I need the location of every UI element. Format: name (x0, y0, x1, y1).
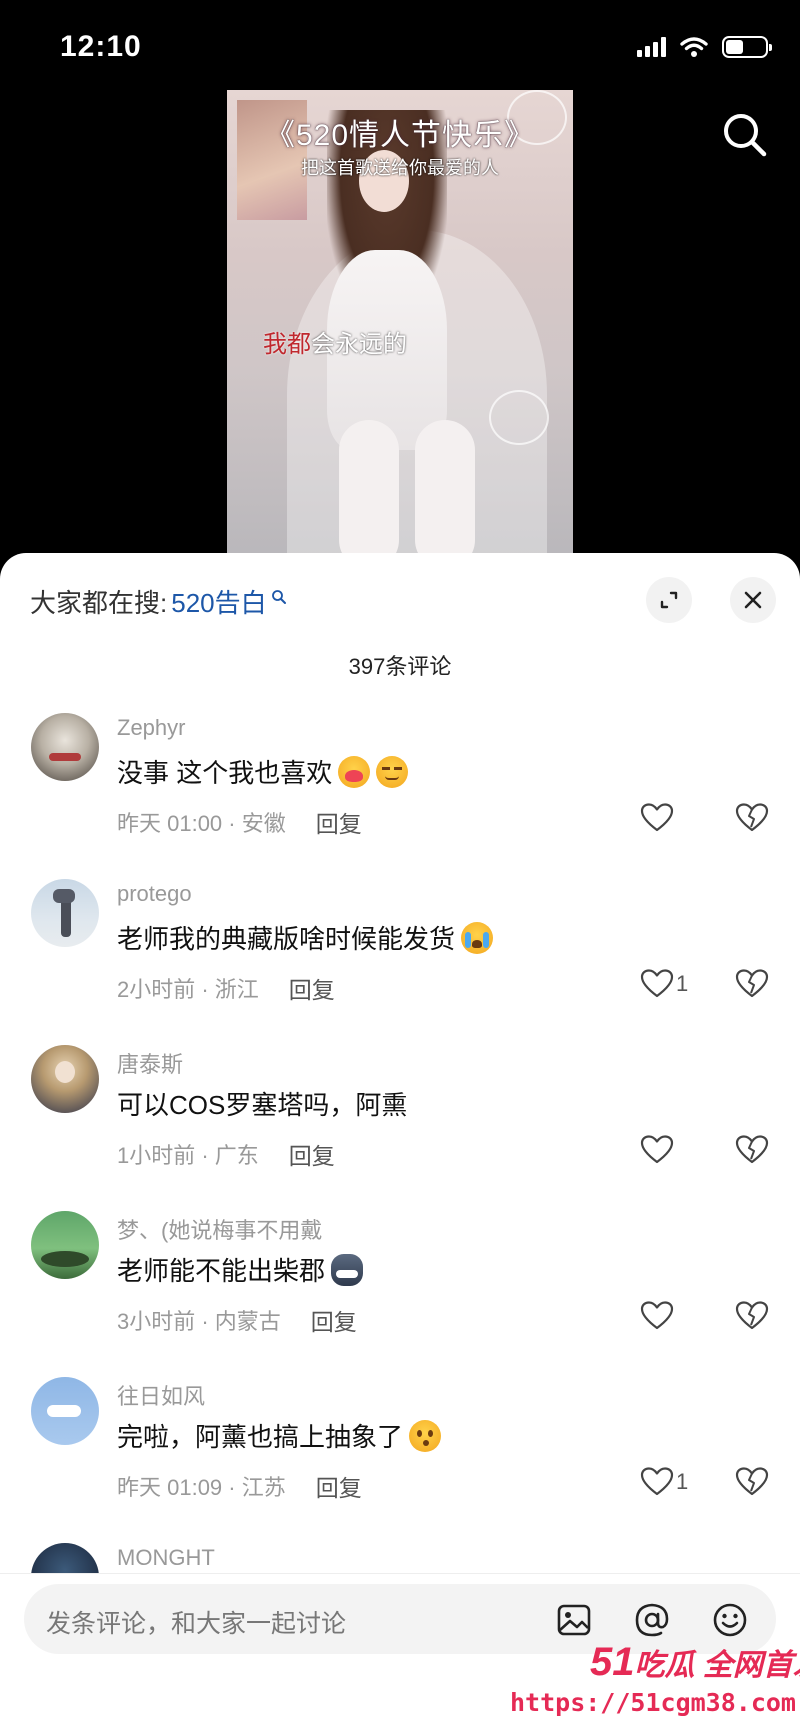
blushing-heart-emoji-icon (338, 755, 371, 788)
comment-item: 梦、(她说梅事不用戴 老师能不能出柴郡 3小时前 · 内蒙古 回复 (0, 1191, 800, 1357)
dislike-button[interactable] (735, 1301, 769, 1336)
like-count: 1 (676, 971, 689, 996)
thinking-emoji-icon (409, 1419, 442, 1452)
smiley-face-icon (713, 1603, 747, 1637)
comment-username[interactable]: 唐泰斯 (117, 1047, 183, 1079)
avatar[interactable] (31, 879, 99, 947)
comment-text: 可以COS罗塞塔吗，阿熏 (117, 1090, 408, 1120)
wifi-icon (680, 37, 708, 57)
battery-icon (722, 36, 772, 58)
like-button[interactable]: 1 (640, 1467, 688, 1497)
broken-heart-icon (735, 803, 769, 832)
hot-search-keyword[interactable]: 520告白 (171, 583, 266, 620)
dislike-button[interactable] (735, 1467, 769, 1502)
status-icons (637, 36, 772, 58)
image-icon (557, 1604, 591, 1636)
comment-username[interactable]: MONGHT (117, 1545, 215, 1571)
heart-icon (640, 1467, 674, 1496)
crying-emoji-icon (461, 921, 494, 954)
status-bar: 12:10 (0, 0, 800, 100)
comment-text: 老师我的典藏版啥时候能发货 (117, 919, 494, 956)
comment-time-location: 昨天 01:00 · 安徽 (117, 811, 286, 836)
video-caption-title: 《520情人节快乐》 (264, 119, 536, 152)
video-caption-subtitle: 把这首歌送给你最爱的人 (301, 158, 499, 178)
reply-button[interactable]: 回复 (289, 971, 335, 1005)
comment-username[interactable]: 梦、(她说梅事不用戴 (117, 1213, 322, 1245)
avatar[interactable] (31, 1211, 99, 1279)
emoji-button[interactable] (712, 1602, 748, 1638)
video-player[interactable]: 《520情人节快乐》 把这首歌送给你最爱的人 我都会永远的 (0, 90, 800, 560)
like-count: 1 (676, 1469, 689, 1494)
comment-text: 老师能不能出柴郡 (117, 1251, 364, 1288)
comment-meta: 昨天 01:09 · 江苏 回复 (117, 1469, 362, 1503)
watermark-url: https://51cgm38.com (510, 1688, 796, 1717)
mini-search-icon (271, 589, 286, 604)
close-icon (744, 591, 762, 609)
image-button[interactable] (556, 1602, 592, 1638)
reply-button[interactable]: 回复 (289, 1137, 335, 1171)
mention-button[interactable] (634, 1602, 670, 1638)
expand-icon (660, 591, 678, 609)
video-frame[interactable]: 《520情人节快乐》 把这首歌送给你最爱的人 我都会永远的 (227, 90, 573, 560)
comment-meta: 2小时前 · 浙江 回复 (117, 971, 335, 1005)
avatar[interactable] (31, 713, 99, 781)
like-button[interactable]: 1 (640, 969, 688, 999)
close-button[interactable] (730, 577, 776, 623)
comment-meta: 1小时前 · 广东 回复 (117, 1137, 335, 1171)
watermark-brand: 51吃瓜 全网首发 (590, 1640, 800, 1684)
comment-sheet-header: 大家都在搜: 520告白 397条评论 (0, 553, 800, 679)
dislike-button[interactable] (735, 803, 769, 838)
comment-time-location: 昨天 01:09 · 江苏 (117, 1475, 286, 1500)
dislike-button[interactable] (735, 1135, 769, 1170)
expand-button[interactable] (646, 577, 692, 623)
search-icon (724, 114, 767, 157)
comment-meta: 昨天 01:00 · 安徽 回复 (117, 805, 362, 839)
site-watermark: 51吃瓜 全网首发 https://51cgm38.com (500, 1640, 800, 1731)
heart-icon (640, 1301, 674, 1330)
reply-button[interactable]: 回复 (316, 1469, 362, 1503)
cheshire-cat-emoji-icon (331, 1253, 364, 1286)
comment-time-location: 3小时前 · 内蒙古 (117, 1309, 281, 1334)
comment-time-location: 1小时前 · 广东 (117, 1143, 259, 1168)
reply-button[interactable]: 回复 (311, 1303, 357, 1337)
dislike-button[interactable] (735, 969, 769, 1004)
broken-heart-icon (735, 1467, 769, 1496)
comment-item: Zephyr 没事 这个我也喜欢 昨天 01:00 · 安徽 回复 (0, 693, 800, 859)
at-mention-icon (635, 1603, 669, 1637)
heart-icon (640, 803, 674, 832)
heart-icon (640, 1135, 674, 1164)
broken-heart-icon (735, 1135, 769, 1164)
comment-username[interactable]: protego (117, 881, 192, 907)
avatar[interactable] (31, 1045, 99, 1113)
like-button[interactable] (640, 1135, 676, 1165)
heart-icon (640, 969, 674, 998)
comment-text: 没事 这个我也喜欢 (117, 753, 409, 790)
comment-count: 397条评论 (348, 654, 452, 679)
comment-item: 唐泰斯 可以COS罗塞塔吗，阿熏 1小时前 · 广东 回复 (0, 1025, 800, 1191)
comment-sheet: 大家都在搜: 520告白 397条评论 Zephyr 没事 这个我也喜欢 昨天 … (0, 553, 800, 1731)
hot-search-link[interactable]: 大家都在搜: 520告白 (30, 583, 287, 620)
comment-meta: 3小时前 · 内蒙古 回复 (117, 1303, 357, 1337)
avatar[interactable] (31, 1377, 99, 1445)
comment-username[interactable]: Zephyr (117, 715, 185, 741)
like-button[interactable] (640, 1301, 676, 1331)
comment-input-placeholder: 发条评论，和大家一起讨论 (46, 1610, 347, 1638)
cellular-signal-icon (637, 37, 666, 57)
smirk-emoji-icon (376, 755, 409, 788)
hot-search-label: 大家都在搜: (30, 588, 168, 618)
comment-list[interactable]: Zephyr 没事 这个我也喜欢 昨天 01:00 · 安徽 回复 proteg… (0, 693, 800, 1713)
like-button[interactable] (640, 803, 676, 833)
reply-button[interactable]: 回复 (316, 805, 362, 839)
status-time: 12:10 (60, 30, 142, 63)
comment-item: protego 老师我的典藏版啥时候能发货 2小时前 · 浙江 回复 1 (0, 859, 800, 1025)
comment-item: 往日如风 完啦，阿薰也搞上抽象了 昨天 01:09 · 江苏 回复 1 (0, 1357, 800, 1523)
search-button[interactable] (720, 110, 770, 160)
broken-heart-icon (735, 1301, 769, 1330)
comment-username[interactable]: 往日如风 (117, 1379, 205, 1411)
broken-heart-icon (735, 969, 769, 998)
video-lyric: 我都会永远的 (263, 331, 407, 358)
comment-text: 完啦，阿薰也搞上抽象了 (117, 1417, 442, 1454)
comment-time-location: 2小时前 · 浙江 (117, 977, 259, 1002)
